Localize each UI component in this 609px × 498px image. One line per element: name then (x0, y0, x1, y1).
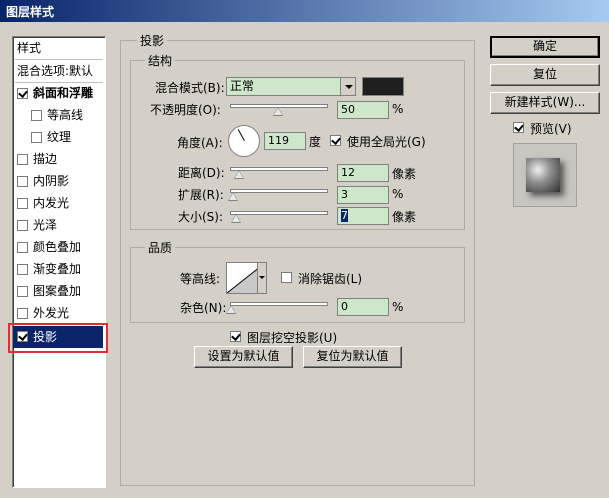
contour-label: 等高线: (180, 272, 221, 286)
make-default-button[interactable]: 设置为默认值 (194, 346, 293, 368)
distance-input[interactable]: 12 (337, 164, 389, 182)
inner-glow-checkbox[interactable] (17, 198, 28, 209)
outer-glow-checkbox[interactable] (17, 308, 28, 319)
color-overlay-checkbox[interactable] (17, 242, 28, 253)
contour-dropdown-arrow[interactable] (257, 262, 267, 294)
size-slider-thumb[interactable] (231, 214, 241, 223)
size-unit: 像素 (392, 210, 417, 224)
texture-checkbox[interactable] (31, 132, 42, 143)
angle-dial[interactable] (228, 125, 260, 157)
styles-header[interactable]: 样式 (17, 37, 107, 59)
distance-slider-thumb[interactable] (234, 170, 244, 179)
chevron-down-icon (340, 78, 355, 95)
shadow-color-swatch[interactable] (362, 77, 404, 96)
opacity-label: 不透明度(O): (150, 103, 221, 117)
style-item-label: 光泽 (33, 218, 58, 232)
distance-label: 距离(D): (178, 166, 225, 180)
stroke-checkbox[interactable] (17, 154, 28, 165)
knockout-checkbox[interactable] (230, 331, 241, 342)
style-item-label: 颜色叠加 (33, 240, 82, 254)
opacity-slider-thumb[interactable] (273, 107, 283, 116)
size-value: 7 (341, 209, 348, 222)
styles-list: 样式 混合选项:默认 斜面和浮雕 等高线 纹理 描边 内阴影 内发光 光泽 颜色… (12, 36, 106, 488)
bevel-checkbox[interactable] (17, 88, 28, 99)
angle-needle (237, 129, 245, 141)
noise-label: 杂色(N): (180, 301, 227, 315)
blend-mode-label: 混合模式(B): (155, 81, 225, 95)
style-item-label: 外发光 (33, 306, 70, 320)
spread-input[interactable]: 3 (337, 186, 389, 204)
angle-input[interactable]: 119 (264, 132, 306, 150)
spread-unit: % (392, 187, 404, 201)
size-input[interactable]: 7 (337, 207, 389, 225)
title-bar: 图层样式 (0, 0, 609, 22)
anti-alias-checkbox[interactable] (281, 272, 292, 283)
style-item-label: 内发光 (33, 196, 70, 210)
satin-checkbox[interactable] (17, 220, 28, 231)
preview-swatch (526, 158, 560, 192)
drop-shadow-title: 投影 (137, 32, 168, 49)
preview-label: 预览(V) (530, 122, 572, 136)
blend-options-item[interactable]: 混合选项:默认 (17, 60, 107, 82)
distance-unit: 像素 (392, 167, 417, 181)
inner-shadow-checkbox[interactable] (17, 176, 28, 187)
reset-button[interactable]: 复位 (490, 64, 600, 86)
spread-slider-thumb[interactable] (228, 192, 238, 201)
style-item-label: 描边 (33, 152, 58, 166)
knockout-label: 图层挖空投影(U) (247, 331, 338, 345)
opacity-unit: % (392, 102, 404, 116)
new-style-button[interactable]: 新建样式(W)... (490, 92, 600, 114)
preview-checkbox[interactable] (513, 122, 524, 133)
angle-unit: 度 (309, 135, 322, 149)
style-item-label: 内阴影 (33, 174, 70, 188)
global-light-checkbox[interactable] (330, 135, 341, 146)
pattern-overlay-checkbox[interactable] (17, 286, 28, 297)
global-light-label: 使用全局光(G) (347, 135, 426, 149)
style-preview (513, 143, 577, 207)
size-slider[interactable] (230, 211, 328, 215)
style-item-label: 图案叠加 (33, 284, 82, 298)
opacity-input[interactable]: 50 (337, 101, 389, 119)
blend-mode-value: 正常 (230, 79, 255, 93)
window-title: 图层样式 (6, 5, 55, 19)
style-item-label: 渐变叠加 (33, 262, 82, 276)
highlight-box (8, 323, 108, 353)
quality-title: 品质 (145, 239, 176, 256)
spread-label: 扩展(R): (178, 188, 224, 202)
distance-slider[interactable] (230, 167, 328, 171)
noise-slider[interactable] (230, 302, 328, 306)
noise-unit: % (392, 300, 404, 314)
ok-button[interactable]: 确定 (490, 36, 600, 58)
spread-slider[interactable] (230, 189, 328, 193)
reset-default-button[interactable]: 复位为默认值 (303, 346, 402, 368)
size-label: 大小(S): (178, 210, 224, 224)
anti-alias-label: 消除锯齿(L) (298, 272, 363, 286)
style-item-label: 斜面和浮雕 (33, 86, 94, 100)
contour-checkbox[interactable] (31, 110, 42, 121)
angle-label: 角度(A): (177, 136, 223, 150)
structure-title: 结构 (145, 52, 176, 69)
gradient-overlay-checkbox[interactable] (17, 264, 28, 275)
blend-mode-select[interactable]: 正常 (226, 77, 356, 96)
noise-input[interactable]: 0 (337, 298, 389, 316)
noise-slider-thumb[interactable] (226, 305, 236, 314)
